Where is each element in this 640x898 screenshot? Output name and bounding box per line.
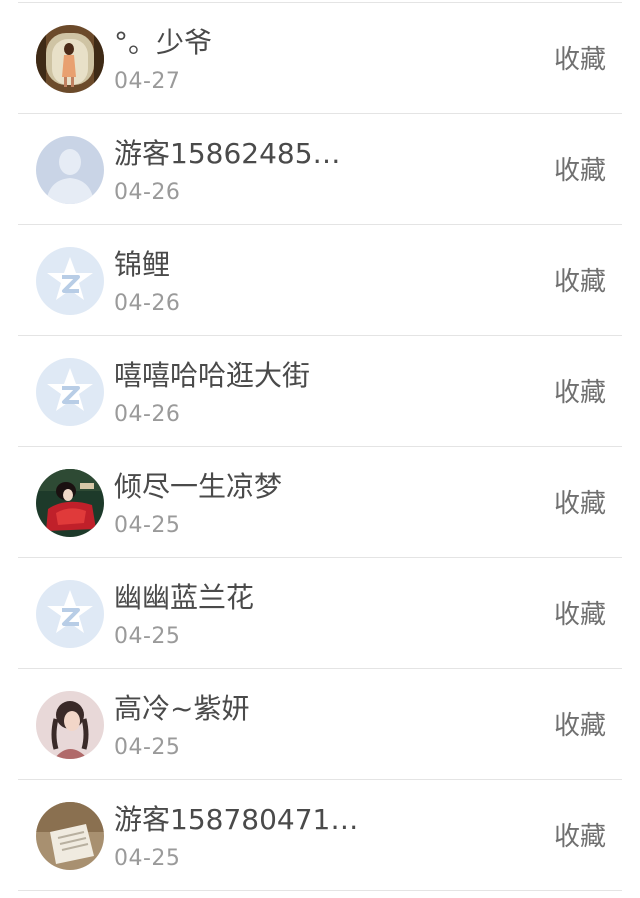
visit-date: 04-26: [114, 180, 181, 205]
visit-date: 04-26: [114, 291, 181, 316]
user-name: 幽幽蓝兰花: [114, 581, 255, 614]
visitor-list: °。少爷 04-27 收藏 游客15862485… 04-26 收藏 锦鲤 04: [0, 0, 640, 898]
avatar[interactable]: [36, 691, 104, 759]
user-name: 嘻嘻哈哈逛大街: [114, 359, 311, 392]
user-name: 游客15862485…: [114, 137, 341, 170]
list-item[interactable]: 幽幽蓝兰花 04-25 收藏: [0, 558, 640, 669]
photo-girl-window-avatar: [36, 25, 104, 93]
user-name: 锦鲤: [114, 248, 171, 281]
list-item[interactable]: 高冷~紫妍 04-25 收藏: [0, 669, 640, 780]
visit-date: 04-27: [114, 69, 181, 94]
avatar[interactable]: [36, 358, 104, 426]
divider: [18, 890, 622, 891]
visit-date: 04-25: [114, 735, 181, 760]
list-item[interactable]: 倾尽一生凉梦 04-25 收藏: [0, 447, 640, 558]
visit-date: 04-26: [114, 402, 181, 427]
list-item[interactable]: 游客158780471… 04-25 收藏: [0, 780, 640, 891]
photo-paper-avatar: [36, 802, 104, 870]
qzone-star-avatar: [36, 580, 104, 648]
visit-date: 04-25: [114, 846, 181, 871]
list-item[interactable]: °。少爷 04-27 收藏: [0, 3, 640, 114]
user-name: 游客158780471…: [114, 803, 359, 836]
visit-date: 04-25: [114, 513, 181, 538]
user-name: 高冷~紫妍: [114, 692, 250, 725]
favorite-button[interactable]: 收藏: [554, 709, 606, 743]
favorite-button[interactable]: 收藏: [554, 598, 606, 632]
avatar[interactable]: [36, 802, 104, 870]
favorite-button[interactable]: 收藏: [554, 43, 606, 77]
list-item[interactable]: 游客15862485… 04-26 收藏: [0, 114, 640, 225]
user-name: °。少爷: [114, 26, 213, 59]
photo-braids-girl-avatar: [36, 691, 104, 759]
user-name: 倾尽一生凉梦: [114, 470, 283, 503]
avatar[interactable]: [36, 580, 104, 648]
qzone-star-avatar: [36, 358, 104, 426]
favorite-button[interactable]: 收藏: [554, 265, 606, 299]
avatar[interactable]: [36, 25, 104, 93]
avatar[interactable]: [36, 136, 104, 204]
qzone-star-avatar: [36, 247, 104, 315]
avatar[interactable]: [36, 247, 104, 315]
avatar[interactable]: [36, 469, 104, 537]
list-item[interactable]: 嘻嘻哈哈逛大街 04-26 收藏: [0, 336, 640, 447]
favorite-button[interactable]: 收藏: [554, 820, 606, 854]
favorite-button[interactable]: 收藏: [554, 376, 606, 410]
favorite-button[interactable]: 收藏: [554, 154, 606, 188]
list-item[interactable]: 锦鲤 04-26 收藏: [0, 225, 640, 336]
favorite-button[interactable]: 收藏: [554, 487, 606, 521]
visit-date: 04-25: [114, 624, 181, 649]
default-person-avatar: [36, 136, 104, 204]
photo-red-dress-avatar: [36, 469, 104, 537]
